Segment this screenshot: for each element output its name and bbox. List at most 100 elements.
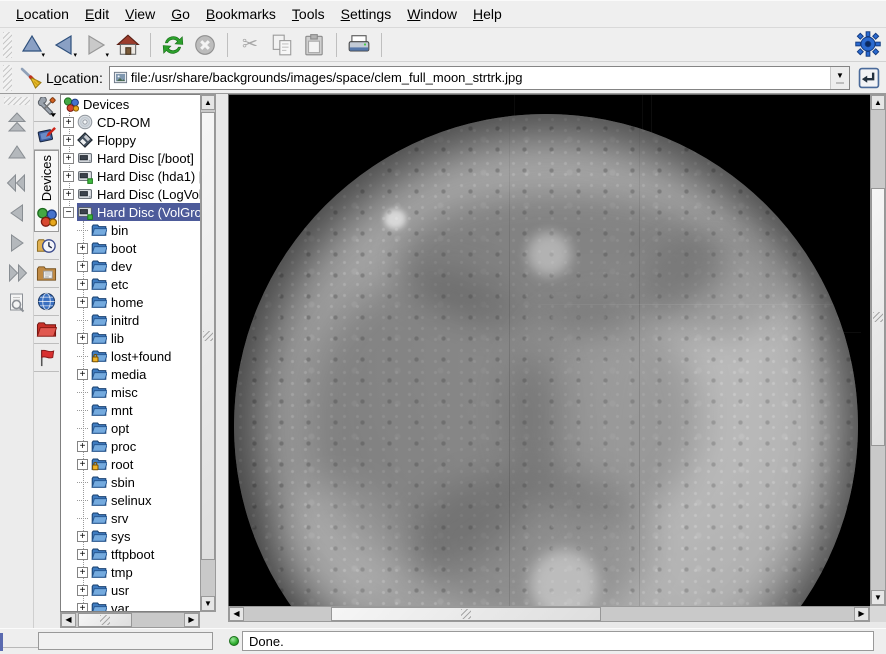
tree-scroll-right-button[interactable]: ▶ (184, 613, 199, 627)
tree-row[interactable]: +dev (61, 257, 200, 275)
tree-row[interactable]: +lib (61, 329, 200, 347)
tree-row[interactable]: srv (61, 509, 200, 527)
up-button[interactable]: ▾ (17, 30, 47, 60)
tree-row[interactable]: +root (61, 455, 200, 473)
back-dropdown-arrow[interactable]: ▾ (73, 52, 77, 59)
tree-row[interactable]: mnt (61, 401, 200, 419)
tree-hscrollbar[interactable]: ◀ ▶ (60, 612, 200, 628)
tree-row[interactable]: +proc (61, 437, 200, 455)
location-input[interactable] (128, 68, 830, 88)
tab-network[interactable] (34, 288, 59, 316)
view-hscroll-thumb[interactable] (331, 607, 601, 621)
view-scroll-up-button[interactable]: ▲ (871, 95, 885, 110)
tree-expander[interactable]: + (77, 531, 88, 542)
tree-expander[interactable]: + (63, 153, 74, 164)
tree-row[interactable]: +Hard Disc (hda1) [/ (61, 167, 200, 185)
tree-row[interactable]: selinux (61, 491, 200, 509)
tab-desktop[interactable] (34, 122, 59, 150)
tree-expander[interactable]: + (77, 585, 88, 596)
paste-button[interactable] (299, 30, 329, 60)
location-dropdown-button[interactable]: ▼ (830, 67, 849, 89)
tree-expander[interactable]: + (77, 243, 88, 254)
menu-edit[interactable]: Edit (77, 2, 117, 26)
location-toolbar-handle[interactable] (3, 65, 12, 91)
location-combobox[interactable]: ▼ (109, 66, 850, 90)
first-page-button[interactable] (2, 169, 32, 196)
image-view[interactable] (228, 94, 870, 606)
tree-row[interactable]: bin (61, 221, 200, 239)
tree-row[interactable]: +tmp (61, 563, 200, 581)
tab-root-folder[interactable] (34, 316, 59, 344)
tree-scroll-down-button[interactable]: ▼ (201, 596, 215, 611)
konqueror-gear-button[interactable] (854, 30, 882, 58)
view-vscroll-thumb[interactable] (871, 188, 885, 446)
panel-splitter[interactable] (216, 94, 228, 628)
tree-row[interactable]: +CD-ROM (61, 113, 200, 131)
forward-dropdown-arrow[interactable]: ▾ (105, 52, 109, 59)
tree-row[interactable]: +Hard Disc [/boot] (61, 149, 200, 167)
up-dropdown-arrow[interactable]: ▾ (41, 52, 45, 59)
tree-expander[interactable]: + (77, 549, 88, 560)
tree-expander[interactable]: − (63, 207, 74, 218)
print-button[interactable] (344, 30, 374, 60)
tree-scroll-up-button[interactable]: ▲ (201, 95, 215, 110)
clear-location-button[interactable] (17, 64, 45, 92)
tree-expander[interactable]: + (77, 459, 88, 470)
view-hscrollbar[interactable]: ◀ ▶ (228, 606, 870, 622)
tree-vscroll-thumb[interactable] (201, 112, 215, 560)
tree-expander[interactable]: + (77, 261, 88, 272)
tree-row[interactable]: −Hard Disc (VolGrou (61, 203, 200, 221)
menu-window[interactable]: Window (399, 2, 465, 26)
tree-row[interactable]: Devices (61, 95, 200, 113)
view-vscrollbar[interactable]: ▲ ▼ (870, 94, 886, 606)
tab-home-folder[interactable] (34, 260, 59, 288)
tree-row[interactable]: +boot (61, 239, 200, 257)
tree-row[interactable]: +Floppy (61, 131, 200, 149)
tree-expander[interactable]: + (77, 279, 88, 290)
back-button[interactable]: ▾ (49, 30, 79, 60)
stop-button[interactable] (190, 30, 220, 60)
tree-expander[interactable]: + (63, 135, 74, 146)
tree-row[interactable]: +media (61, 365, 200, 383)
tree-row[interactable]: +sys (61, 527, 200, 545)
view-scroll-right-button[interactable]: ▶ (854, 607, 869, 621)
menu-help[interactable]: Help (465, 2, 510, 26)
statusbar-handle[interactable] (0, 633, 3, 651)
tree-row[interactable]: +var (61, 599, 200, 612)
cut-button[interactable]: ✂ (235, 30, 265, 60)
toolbar-handle[interactable] (3, 32, 12, 58)
forward-button[interactable]: ▾ (81, 30, 111, 60)
tree-scroll-left-button[interactable]: ◀ (61, 613, 76, 627)
previous-button[interactable] (2, 199, 32, 226)
tree-row[interactable]: lost+found (61, 347, 200, 365)
home-button[interactable] (113, 30, 143, 60)
menu-location[interactable]: Location (8, 2, 77, 26)
tree-expander[interactable]: + (77, 333, 88, 344)
tree-row[interactable]: opt (61, 419, 200, 437)
tree-row[interactable]: +home (61, 293, 200, 311)
view-scroll-down-button[interactable]: ▼ (871, 590, 885, 605)
tree-row[interactable]: +tftpboot (61, 545, 200, 563)
go-button[interactable] (856, 65, 882, 91)
tab-devices[interactable]: Devices (34, 150, 59, 232)
tree-vscrollbar[interactable]: ▲ ▼ (200, 94, 216, 612)
menu-view[interactable]: View (117, 2, 163, 26)
tree-hscroll-thumb[interactable] (78, 613, 132, 627)
tree-expander[interactable]: + (63, 117, 74, 128)
next-button[interactable] (2, 229, 32, 256)
view-scroll-left-button[interactable]: ◀ (229, 607, 244, 621)
preview-button[interactable] (2, 289, 32, 316)
menu-tools[interactable]: Tools (284, 2, 333, 26)
menu-go[interactable]: Go (163, 2, 198, 26)
tree-row[interactable]: +Hard Disc (LogVol0 (61, 185, 200, 203)
tab-bookmarks[interactable] (34, 344, 59, 372)
tree-row[interactable]: misc (61, 383, 200, 401)
tree-expander[interactable]: + (77, 369, 88, 380)
top-button[interactable] (2, 109, 32, 136)
tree-expander[interactable]: + (77, 297, 88, 308)
copy-button[interactable] (267, 30, 297, 60)
tree-expander[interactable]: + (77, 441, 88, 452)
tree-expander[interactable]: + (63, 189, 74, 200)
tree-expander[interactable]: + (77, 567, 88, 578)
last-page-button[interactable] (2, 259, 32, 286)
